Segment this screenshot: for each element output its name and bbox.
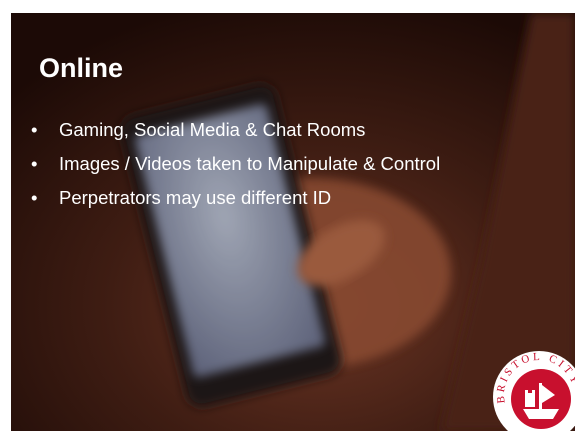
slide: Online • Gaming, Social Media & Chat Roo… bbox=[11, 13, 575, 431]
bullet-list: • Gaming, Social Media & Chat Rooms • Im… bbox=[31, 117, 501, 219]
bullet-dot: • bbox=[31, 153, 38, 174]
bullet-text: Images / Videos taken to Manipulate & Co… bbox=[59, 153, 441, 174]
bullet-item: • Perpetrators may use different ID bbox=[31, 185, 501, 210]
bullet-dot: • bbox=[31, 187, 38, 208]
bullet-item: • Gaming, Social Media & Chat Rooms bbox=[31, 117, 501, 142]
bullet-item: • Images / Videos taken to Manipulate & … bbox=[31, 151, 501, 176]
bullet-text: Gaming, Social Media & Chat Rooms bbox=[59, 119, 366, 140]
bullet-dot: • bbox=[31, 119, 38, 140]
slide-title: Online bbox=[39, 53, 124, 83]
bristol-city-crest-icon: BRISTOL CITY bbox=[493, 351, 575, 431]
bullet-text: Perpetrators may use different ID bbox=[59, 187, 332, 208]
